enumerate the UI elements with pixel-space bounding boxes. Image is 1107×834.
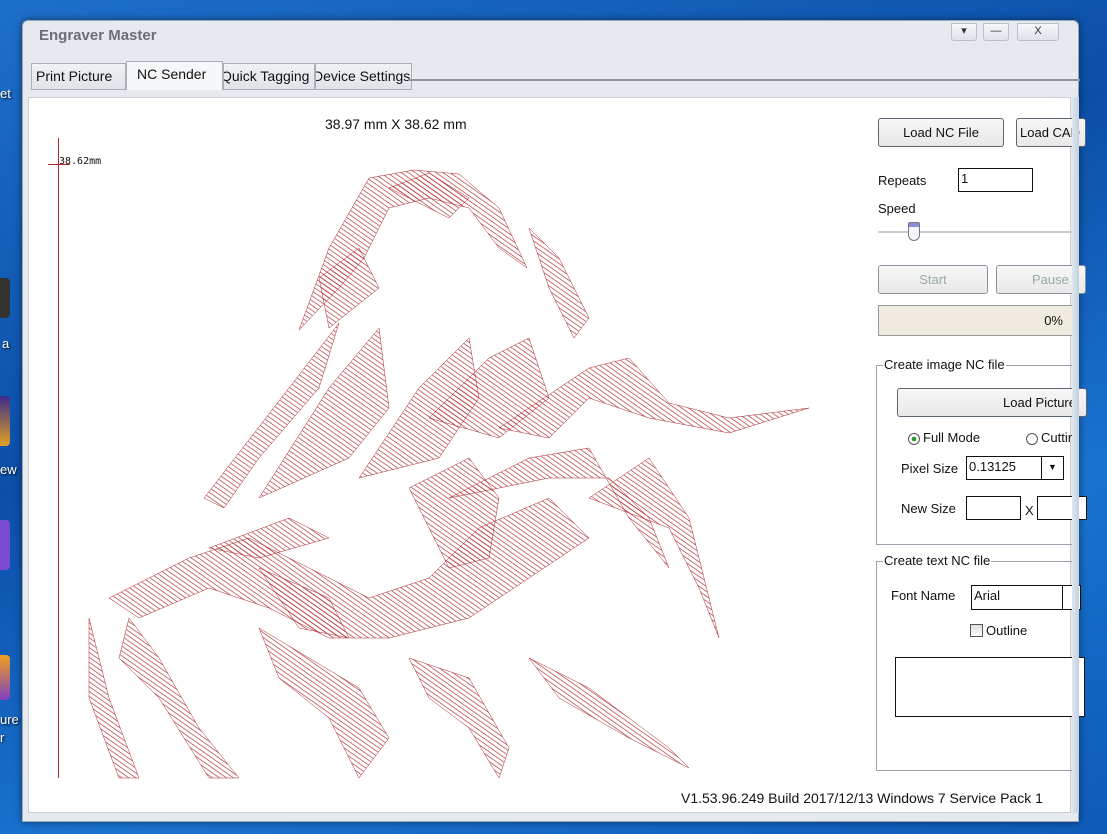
desktop-icon[interactable] (0, 396, 10, 446)
desktop-icon-label[interactable]: ew (0, 462, 17, 477)
tab-quick-tagging[interactable]: Quick Tagging (223, 63, 315, 90)
create-image-title: Create image NC file (883, 357, 1006, 372)
create-image-group: Create image NC file Load Picture Full M… (876, 357, 1087, 545)
load-nc-file-button[interactable]: Load NC File (878, 118, 1004, 147)
version-status: V1.53.96.249 Build 2017/12/13 Windows 7 … (681, 790, 1043, 806)
window-title: Engraver Master (39, 27, 157, 44)
speed-slider-thumb[interactable] (908, 222, 920, 241)
font-name-select[interactable]: Arial (971, 585, 1081, 610)
font-name-label: Font Name (891, 588, 956, 603)
text-input[interactable] (895, 657, 1085, 717)
desktop-icon[interactable] (0, 278, 10, 318)
cutting-mode-radio[interactable] (1026, 433, 1038, 445)
desktop-icon-label[interactable]: r (0, 730, 4, 745)
speed-label: Speed (878, 201, 916, 216)
full-mode-radio[interactable] (908, 433, 920, 445)
tab-nc-sender[interactable]: NC Sender (126, 61, 223, 90)
outline-label: Outline (986, 623, 1028, 638)
tab-print-picture[interactable]: Print Picture (31, 63, 126, 90)
full-mode-label: Full Mode (923, 430, 981, 445)
engraving-drawing (88, 169, 810, 779)
preview-canvas[interactable]: 38.97 mm X 38.62 mm 38.62mm (29, 98, 869, 798)
desktop-icon-label[interactable]: a (2, 336, 9, 351)
progress-bar: 0% (878, 305, 1078, 336)
close-button[interactable]: X (1017, 23, 1059, 41)
size-separator: X (1025, 503, 1034, 518)
app-window: Engraver Master ▾ — X Print Picture NC S… (22, 20, 1087, 822)
create-text-title: Create text NC file (883, 553, 992, 568)
repeats-input[interactable]: 1 (958, 168, 1033, 192)
font-name-value: Arial (974, 588, 1001, 603)
new-size-label: New Size (901, 501, 956, 516)
nc-sender-panel: 38.97 mm X 38.62 mm 38.62mm Load NC File… (28, 97, 1087, 813)
minimize-button[interactable]: — (983, 23, 1009, 41)
chevron-down-icon[interactable]: ▼ (1041, 457, 1063, 479)
pixel-size-label: Pixel Size (901, 461, 959, 476)
new-height-input[interactable] (1037, 496, 1087, 520)
repeats-label: Repeats (878, 173, 927, 188)
create-text-group: Create text NC file Font Name Arial Outl… (876, 553, 1085, 771)
new-width-input[interactable] (966, 496, 1021, 520)
tab-device-settings[interactable]: Device Settings (315, 63, 412, 90)
scrollbar[interactable] (1072, 97, 1079, 813)
desktop-icon[interactable] (0, 655, 10, 700)
start-button[interactable]: Start (878, 265, 988, 294)
outline-checkbox[interactable] (970, 624, 983, 637)
pixel-size-select[interactable]: 0.13125 ▼ (966, 456, 1064, 480)
tab-divider (408, 79, 1080, 81)
scorpion-shape (88, 169, 810, 779)
load-picture-button[interactable]: Load Picture (897, 388, 1087, 417)
pixel-size-value: 0.13125 (969, 459, 1016, 474)
desktop-icon-label[interactable]: ure (0, 712, 19, 727)
window-menu-button[interactable]: ▾ (951, 23, 977, 41)
desktop-icon-label[interactable]: et (0, 86, 11, 101)
desktop-icon[interactable] (0, 520, 10, 570)
